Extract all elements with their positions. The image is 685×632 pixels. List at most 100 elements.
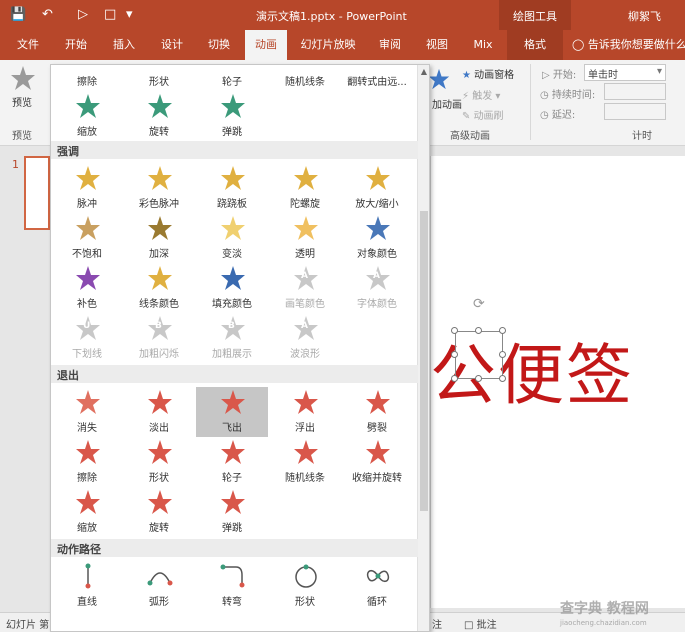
effect-item[interactable]: 彩色脉冲 <box>123 163 195 213</box>
tab-slideshow[interactable]: 幻灯片放映 <box>293 30 363 60</box>
trigger-button[interactable]: ⚡ 触发 ▾ <box>462 87 500 102</box>
effect-item[interactable]: 加深 <box>123 213 195 263</box>
effect-item[interactable]: 擦除 <box>51 437 123 487</box>
comments-button[interactable]: □ 批注 <box>464 616 497 631</box>
effect-letter: A <box>373 271 380 281</box>
star-icon <box>221 266 245 290</box>
save-icon[interactable]: 💾 <box>10 7 26 22</box>
animation-painter-label: 动画刷 <box>473 111 504 122</box>
tab-format[interactable]: 格式 <box>507 30 563 60</box>
resize-handle[interactable] <box>475 375 482 382</box>
effect-item[interactable]: 消失 <box>51 387 123 437</box>
effect-item[interactable]: 旋转 <box>123 91 195 141</box>
animation-painter-button[interactable]: ✎ 动画刷 <box>462 107 504 122</box>
effect-label: 旋转 <box>149 523 169 534</box>
effect-item[interactable]: 补色 <box>51 263 123 313</box>
resize-handle[interactable] <box>499 375 506 382</box>
tab-insert[interactable]: 插入 <box>104 30 144 60</box>
resize-handle[interactable] <box>451 327 458 334</box>
resize-handle[interactable] <box>475 327 482 334</box>
preview-button[interactable]: 预览 <box>12 94 32 109</box>
effect-label: 消失 <box>77 423 97 434</box>
tell-me-box[interactable]: ◯ 告诉我你想要做什么... <box>572 30 685 60</box>
slide-thumbnail[interactable] <box>24 156 50 230</box>
animation-pane-button[interactable]: ★ 动画窗格 <box>462 66 514 81</box>
effect-item[interactable]: 随机线条 <box>269 437 341 487</box>
add-animation-button[interactable]: 加动画 <box>432 96 462 111</box>
selection-box[interactable] <box>455 331 503 379</box>
effect-item[interactable]: 收缩并旋转 <box>341 437 413 487</box>
effect-label: 加粗闪烁 <box>139 349 179 360</box>
trigger-icon: ⚡ <box>462 91 473 102</box>
effect-item[interactable]: 飞出 <box>196 387 268 437</box>
effect-item[interactable]: 循环 <box>341 561 413 611</box>
effect-item[interactable]: 线条颜色 <box>123 263 195 313</box>
star-icon <box>366 166 390 190</box>
undo-icon[interactable]: ↶ <box>42 7 53 22</box>
animation-gallery[interactable]: ▲ 擦除 形状 轮子 随机线条 翻转式由远... 缩放 旋转 弹跳 强调 脉冲 彩色脉冲 跷跷板 陀螺旋… <box>50 64 430 632</box>
effect-item[interactable]: 放大/缩小 <box>341 163 413 213</box>
effect-item[interactable]: 弹跳 <box>196 487 268 537</box>
effect-label: 补色 <box>77 299 97 310</box>
effect-item[interactable]: 填充颜色 <box>196 263 268 313</box>
effect-item[interactable]: 弧形 <box>123 561 195 611</box>
tab-file[interactable]: 文件 <box>8 30 48 60</box>
effect-item[interactable]: 弹跳 <box>196 91 268 141</box>
tab-review[interactable]: 审阅 <box>370 30 410 60</box>
effect-item[interactable]: 变淡 <box>196 213 268 263</box>
duration-input[interactable] <box>604 83 666 100</box>
effect-item[interactable]: 不饱和 <box>51 213 123 263</box>
user-name[interactable]: 柳絮飞 <box>628 8 661 24</box>
effect-item[interactable]: 浮出 <box>269 387 341 437</box>
gallery-scrollbar[interactable]: ▲ <box>417 65 429 631</box>
present-icon[interactable]: ▷ <box>78 7 88 22</box>
resize-handle[interactable] <box>499 327 506 334</box>
resize-handle[interactable] <box>451 375 458 382</box>
scroll-thumb[interactable] <box>420 211 428 511</box>
effect-label: 弹跳 <box>222 523 242 534</box>
timing-start-select[interactable]: 单击时 ▾ <box>584 64 666 81</box>
effect-item[interactable]: 劈裂 <box>341 387 413 437</box>
delay-input[interactable] <box>604 103 666 120</box>
timing-start-value: 单击时 <box>588 70 618 81</box>
effect-item[interactable]: 对象颜色 <box>341 213 413 263</box>
effect-label[interactable]: 轮子 <box>196 73 268 88</box>
tab-transitions[interactable]: 切换 <box>199 30 239 60</box>
effect-label[interactable]: 随机线条 <box>269 73 341 88</box>
tab-mix[interactable]: Mix <box>463 30 503 60</box>
tab-view[interactable]: 视图 <box>417 30 457 60</box>
effect-item[interactable]: 旋转 <box>123 487 195 537</box>
new-file-icon[interactable]: □ <box>104 7 116 22</box>
effect-item[interactable]: 缩放 <box>51 91 123 141</box>
effect-item[interactable]: 转弯 <box>196 561 268 611</box>
scroll-up-icon[interactable]: ▲ <box>419 67 429 77</box>
notes-button[interactable]: 注 <box>432 616 442 631</box>
rotate-handle-icon[interactable]: ⟳ <box>473 296 485 312</box>
lightbulb-icon: ◯ <box>572 38 588 51</box>
motion-path-icon <box>147 572 173 586</box>
tab-design[interactable]: 设计 <box>152 30 192 60</box>
tab-home[interactable]: 开始 <box>56 30 96 60</box>
effect-label[interactable]: 翻转式由远... <box>341 73 413 88</box>
effect-letter: A <box>301 271 308 281</box>
effect-label: 循环 <box>367 597 387 608</box>
effect-label[interactable]: 形状 <box>123 73 195 88</box>
tab-animations[interactable]: 动画 <box>245 30 287 60</box>
effect-item[interactable]: 轮子 <box>196 437 268 487</box>
effect-item[interactable]: 陀螺旋 <box>269 163 341 213</box>
section-header: 退出 <box>51 365 418 383</box>
effect-item[interactable]: 形状 <box>123 437 195 487</box>
effect-item[interactable]: 缩放 <box>51 487 123 537</box>
customize-qa-icon[interactable]: ▾ <box>126 7 133 22</box>
effect-item[interactable]: 形状 <box>269 561 341 611</box>
effect-label: 对象颜色 <box>357 249 397 260</box>
effect-item[interactable]: 淡出 <box>123 387 195 437</box>
effect-item[interactable]: 跷跷板 <box>196 163 268 213</box>
effect-label[interactable]: 擦除 <box>51 73 123 88</box>
effect-item[interactable]: 脉冲 <box>51 163 123 213</box>
resize-handle[interactable] <box>499 351 506 358</box>
resize-handle[interactable] <box>451 351 458 358</box>
effect-item[interactable]: 透明 <box>269 213 341 263</box>
effect-label: 跷跷板 <box>217 199 247 210</box>
effect-item[interactable]: 直线 <box>51 561 123 611</box>
